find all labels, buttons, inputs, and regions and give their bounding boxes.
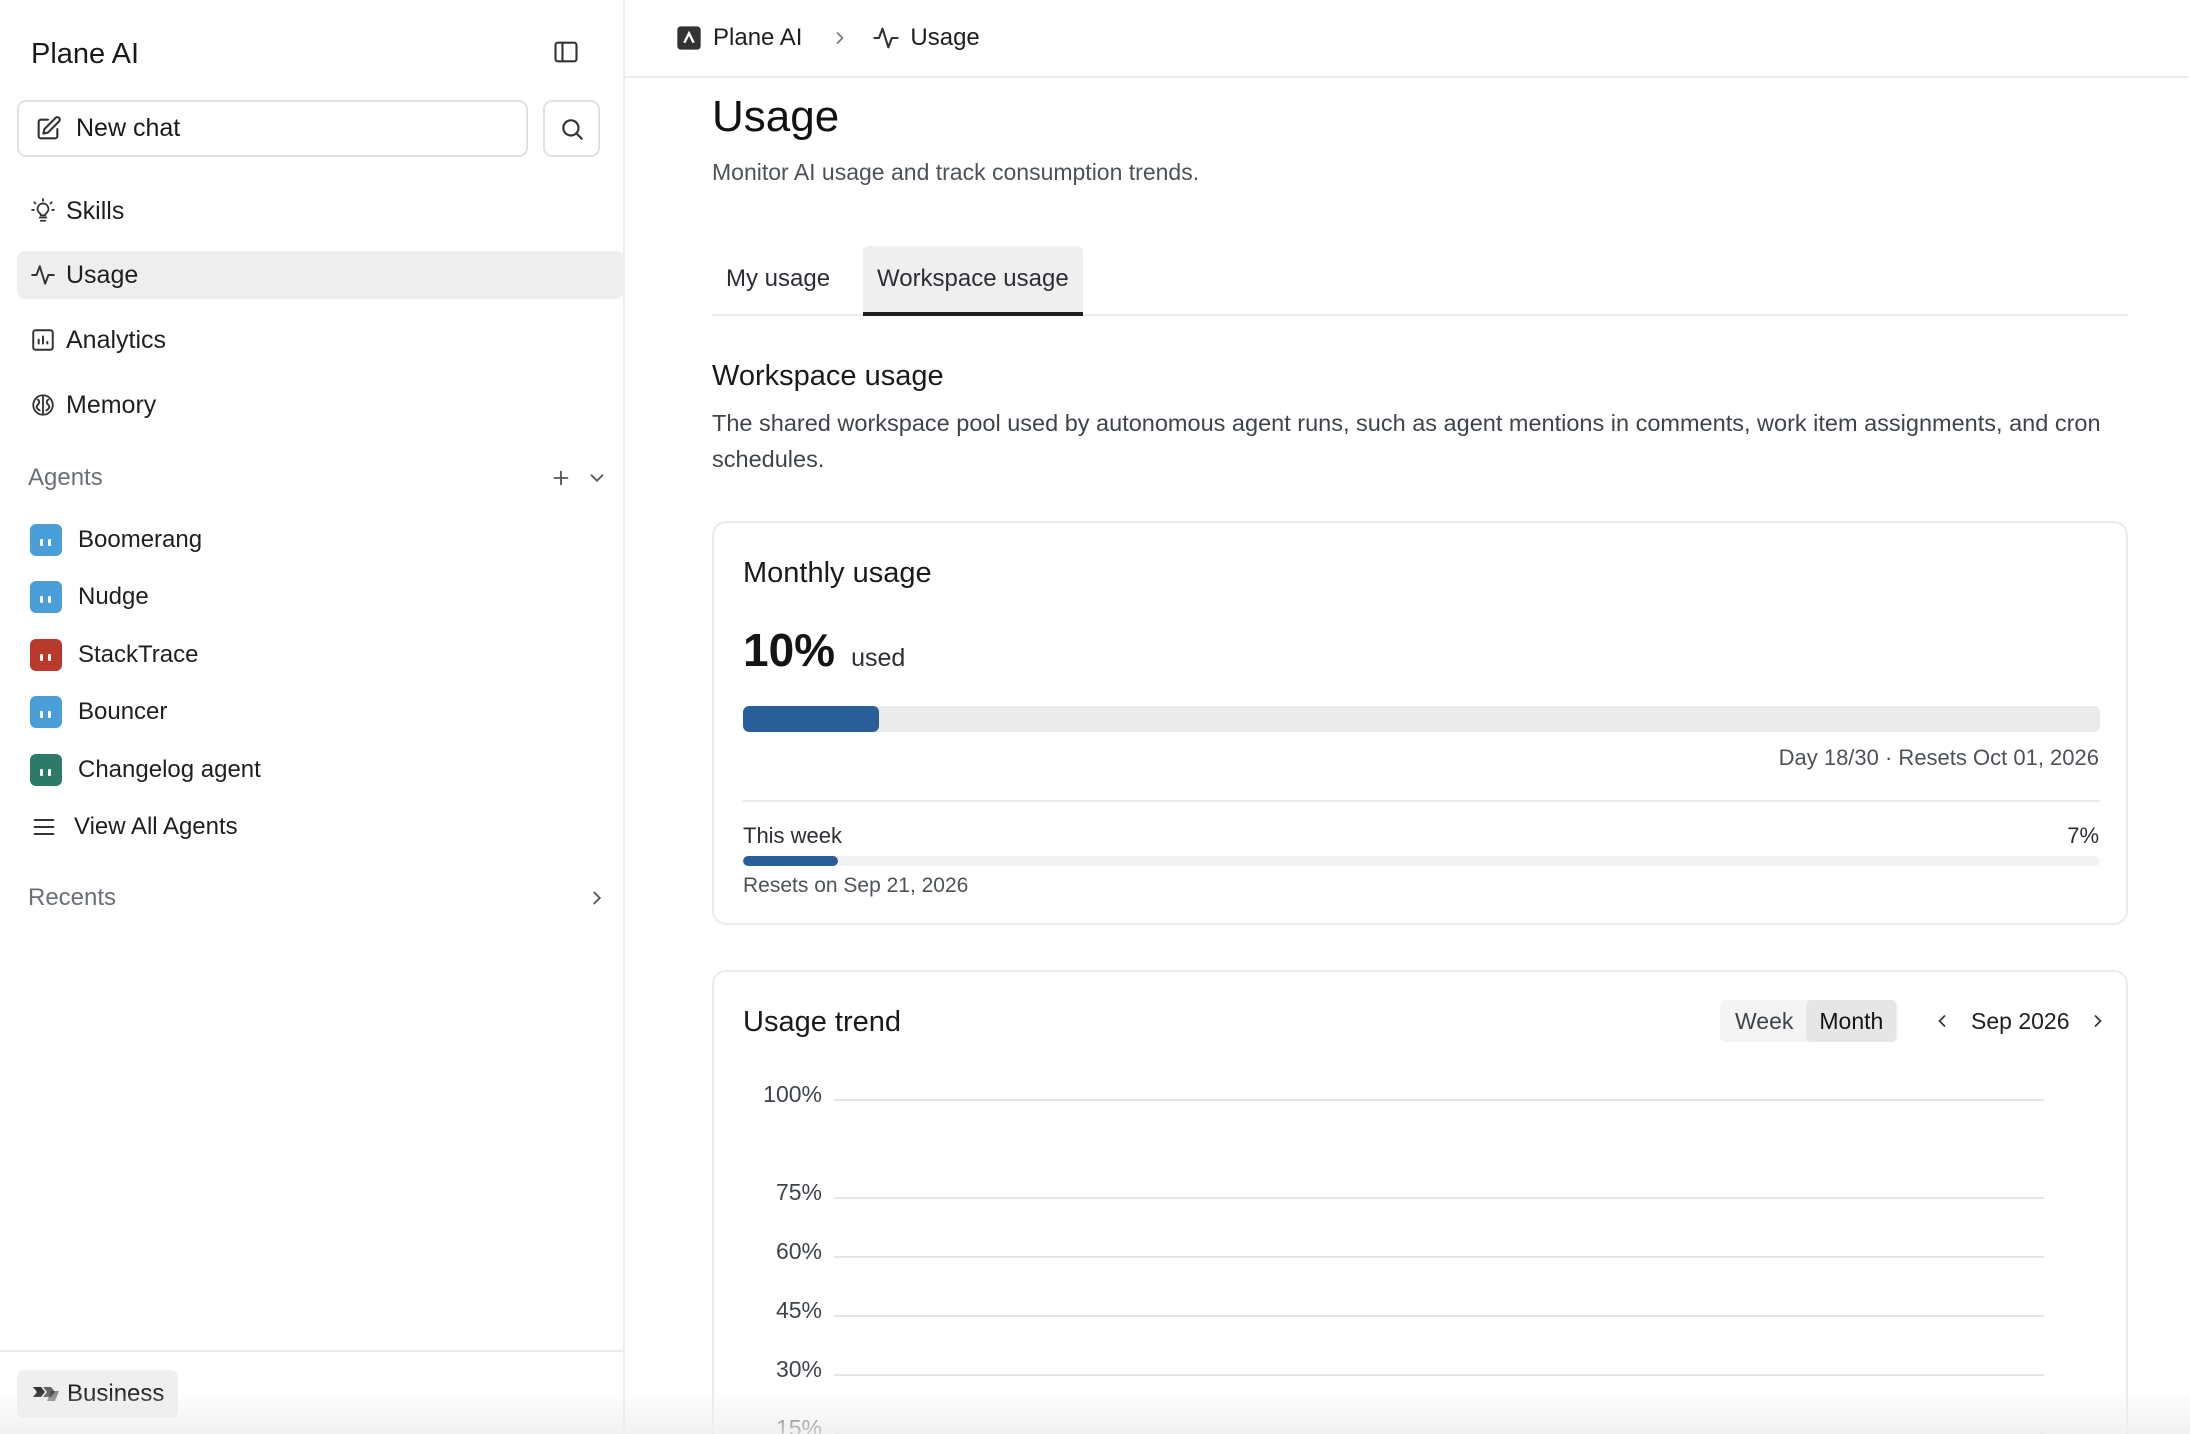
this-week-label: This week [743, 823, 843, 848]
main-content: Plane AI Usage Usage Monitor AI usage an… [625, 0, 2190, 1434]
breadcrumb-separator [830, 28, 850, 48]
monthly-usage-percent: 10% [743, 624, 836, 676]
activity-icon [31, 265, 55, 285]
sidebar-item-memory[interactable]: Memory [17, 381, 624, 429]
monthly-usage-percent-row: 10% used [743, 623, 905, 677]
agent-avatar [30, 754, 62, 786]
recents-heading: Recents [28, 884, 117, 911]
agent-avatar [30, 639, 62, 671]
agent-name: Boomerang [78, 526, 203, 553]
card-divider [743, 800, 2100, 802]
sidebar-item-label: Skills [66, 196, 125, 225]
sidebar-item-skills[interactable]: Skills [17, 187, 624, 235]
edit-icon [37, 115, 61, 139]
activity-icon [873, 27, 900, 49]
view-all-agents-label: View All Agents [74, 813, 238, 840]
app-window: Plane AI New chat Skills Usage Analytics… [0, 0, 2190, 1434]
agents-heading: Agents [28, 464, 103, 491]
search-icon [561, 118, 583, 140]
plan-label: Business [67, 1380, 165, 1407]
usage-tabs: My usage Workspace usage [712, 246, 2128, 316]
sidebar-item-analytics[interactable]: Analytics [17, 316, 624, 364]
sidebar-item-label: Memory [66, 390, 157, 419]
monthly-usage-card: Monthly usage 10% used Day 18/30 · Reset… [712, 521, 2128, 925]
tab-workspace-usage[interactable]: Workspace usage [863, 246, 1083, 316]
agent-item-stacktrace[interactable]: StackTrace [30, 635, 198, 675]
sidebar-item-label: Usage [66, 260, 139, 289]
agent-avatar [30, 524, 62, 556]
monthly-usage-title: Monthly usage [743, 557, 932, 589]
breadcrumb-root-label: Plane AI [713, 24, 803, 51]
search-button[interactable] [543, 100, 600, 157]
agent-name: Nudge [78, 583, 149, 610]
agents-section-header: Agents [28, 460, 608, 496]
monthly-reset-text: Day 18/30 · Resets Oct 01, 2026 [1778, 745, 2099, 770]
usage-trend-card: Usage trend Week Month Sep 2026 100% 75% 6… [712, 970, 2128, 1434]
page-subtitle: Monitor AI usage and track consumption t… [712, 159, 1200, 185]
chart-y-tick-label: 75% [776, 1179, 822, 1205]
workspace-usage-description: The shared workspace pool used by autono… [712, 410, 2101, 472]
monthly-usage-progress-fill [743, 706, 879, 732]
agent-avatar [30, 696, 62, 728]
agent-item-nudge[interactable]: Nudge [30, 577, 149, 617]
agent-item-bouncer[interactable]: Bouncer [30, 692, 167, 732]
plus-icon[interactable] [550, 467, 572, 489]
breadcrumb-current-label: Usage [910, 24, 980, 51]
chevron-down-icon[interactable] [586, 467, 608, 489]
sidebar-item-label: Analytics [66, 325, 167, 354]
recents-section-header[interactable]: Recents [28, 880, 608, 916]
agent-avatar [30, 581, 62, 613]
brain-icon [32, 394, 54, 416]
sidebar-item-usage[interactable]: Usage [17, 251, 624, 299]
chart-y-tick-label: 100% [763, 1081, 822, 1107]
new-chat-button[interactable]: New chat [17, 100, 528, 157]
breadcrumb-root[interactable]: Plane AI [675, 24, 802, 52]
lightbulb-icon [31, 198, 55, 222]
chart-y-tick-label: 45% [776, 1297, 822, 1323]
sidebar-title: Plane AI [31, 38, 140, 70]
sidebar: Plane AI New chat Skills Usage Analytics… [0, 0, 625, 1434]
list-icon [33, 818, 55, 836]
plane-ai-icon [677, 26, 701, 50]
top-bar: Plane AI Usage [625, 0, 2188, 78]
this-week-percent: 7% [2067, 823, 2099, 848]
chart-y-tick-label: 30% [776, 1356, 822, 1382]
new-chat-label: New chat [76, 114, 181, 142]
this-week-progress-track [743, 856, 2100, 866]
this-week-progress-fill [743, 856, 838, 866]
chevron-right-icon [837, 32, 845, 44]
agent-item-boomerang[interactable]: Boomerang [30, 520, 202, 560]
view-all-agents-link[interactable]: View All Agents [30, 807, 238, 847]
this-week-reset-text: Resets on Sep 21, 2026 [743, 874, 969, 897]
workspace-usage-heading: Workspace usage [712, 360, 944, 392]
tab-my-usage[interactable]: My usage [712, 246, 844, 312]
monthly-usage-progress-track [743, 706, 2100, 732]
agent-name: Changelog agent [78, 756, 261, 783]
sidebar-panel-icon [554, 41, 578, 63]
sidebar-footer: Business [0, 1350, 623, 1434]
agent-name: StackTrace [78, 641, 199, 668]
agent-name: Bouncer [78, 698, 168, 725]
agent-item-changelog-agent[interactable]: Changelog agent [30, 750, 261, 790]
monthly-usage-used-label: used [851, 644, 906, 672]
usage-trend-chart: 100% 75% 60% 45% 30% 15% [763, 1081, 2044, 1434]
bar-chart-icon [32, 329, 54, 351]
plan-badge[interactable]: Business [17, 1370, 179, 1418]
chart-y-tick-label: 60% [776, 1238, 822, 1264]
breadcrumb-current: Usage [872, 24, 980, 52]
chart-y-tick-label: 15% [776, 1415, 822, 1434]
page-title: Usage [712, 92, 840, 141]
chevron-right-icon [593, 891, 602, 905]
sidebar-toggle-button[interactable] [550, 36, 582, 68]
plane-logo-icon [33, 1387, 59, 1401]
